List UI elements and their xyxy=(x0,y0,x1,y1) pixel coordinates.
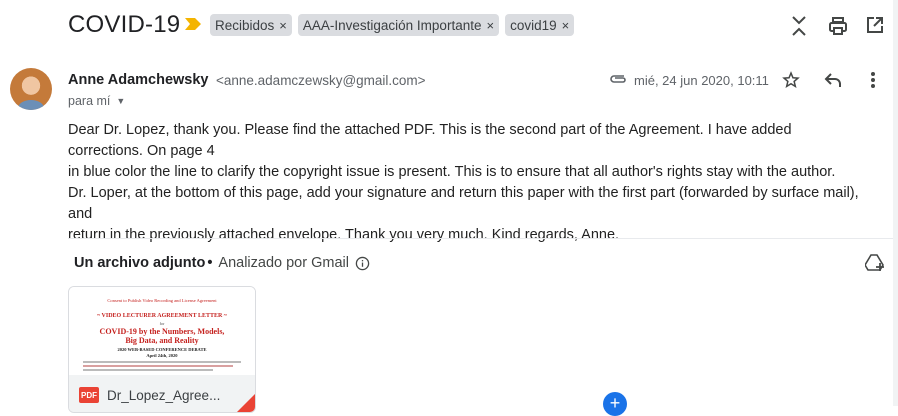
body-paragraph-line: return in the previously attached envelo… xyxy=(68,227,620,243)
plus-icon[interactable]: + xyxy=(603,392,627,416)
attachments-divider xyxy=(68,238,898,239)
remove-label-button[interactable]: × xyxy=(279,18,287,33)
scrollbar-track[interactable] xyxy=(893,0,898,406)
info-icon[interactable] xyxy=(355,256,370,271)
sender-avatar[interactable] xyxy=(10,68,52,110)
label-name: AAA-Investigación Importante xyxy=(302,17,482,33)
add-to-drive-icon[interactable] xyxy=(865,254,885,272)
remove-label-button[interactable]: × xyxy=(562,18,570,33)
body-paragraph-line: Dear Dr. Lopez, thank you. Please find t… xyxy=(68,122,792,159)
label-chip-covid19[interactable]: covid19 × xyxy=(505,14,575,36)
file-type-corner xyxy=(237,394,255,412)
attachment-count: Un archivo adjunto xyxy=(74,255,206,271)
email-body: Dear Dr. Lopez, thank you. Please find t… xyxy=(68,120,868,246)
preview-title-line1: COVID-19 by the Numbers, Models, xyxy=(99,327,225,336)
importance-marker-icon[interactable] xyxy=(185,18,201,30)
attachments-header: Un archivo adjunto • Analizado por Gmail xyxy=(74,255,370,271)
remove-label-button[interactable]: × xyxy=(486,18,494,33)
paperclip-icon xyxy=(608,72,628,86)
preview-banner: ~ VIDEO LECTURER AGREEMENT LETTER ~ xyxy=(97,313,227,319)
preview-subtitle: 2020 WEB-BASED CONFERENCE DEBATE xyxy=(117,347,207,352)
recipient-label: para mí xyxy=(68,94,111,108)
separator-dot: • xyxy=(207,255,213,271)
preview-for: for xyxy=(159,321,165,326)
sender-email: <anne.adamczewsky@gmail.com> xyxy=(216,73,426,88)
attachment-card[interactable]: Consent to Publish Video Recording and L… xyxy=(68,286,256,413)
pdf-icon: PDF xyxy=(79,387,99,403)
attachment-file-bar[interactable]: PDF Dr_Lopez_Agree... xyxy=(69,375,255,412)
label-chip-aaa-investigacion[interactable]: AAA-Investigación Importante × xyxy=(297,14,500,36)
more-vert-icon[interactable] xyxy=(870,71,876,89)
print-icon[interactable] xyxy=(828,16,848,36)
preview-title-line2: Big Data, and Reality xyxy=(125,336,199,345)
preview-text-line xyxy=(83,365,233,367)
email-date: mié, 24 jun 2020, 10:11 xyxy=(634,73,769,88)
attachment-preview: Consent to Publish Video Recording and L… xyxy=(69,287,255,375)
preview-text-line xyxy=(83,361,241,363)
open-in-new-window-icon[interactable] xyxy=(866,16,884,34)
label-name: covid19 xyxy=(510,17,557,33)
star-icon[interactable] xyxy=(782,71,800,89)
recipient-details-toggle[interactable]: para mí ▼ xyxy=(68,94,125,108)
scan-status: Analizado por Gmail xyxy=(218,255,349,271)
label-name: Recibidos xyxy=(215,17,275,33)
label-list: Recibidos × AAA-Investigación Importante… xyxy=(210,14,575,36)
attachment-file-name[interactable]: Dr_Lopez_Agree... xyxy=(107,388,220,403)
sender-name[interactable]: Anne Adamchewsky xyxy=(68,72,208,88)
label-chip-recibidos[interactable]: Recibidos × xyxy=(210,14,292,36)
preview-date: April 24th, 2020 xyxy=(146,353,178,358)
body-paragraph-line: in blue color the line to clarify the co… xyxy=(68,164,836,180)
preview-text-line xyxy=(83,369,213,371)
email-subject: COVID-19 xyxy=(68,11,181,38)
reply-icon[interactable] xyxy=(824,72,842,88)
body-paragraph-line: Dr. Loper, at the bottom of this page, a… xyxy=(68,185,859,222)
expand-collapse-icon[interactable] xyxy=(790,15,808,37)
preview-heading: Consent to Publish Video Recording and L… xyxy=(107,298,217,303)
chevron-down-icon[interactable]: ▼ xyxy=(116,96,125,106)
